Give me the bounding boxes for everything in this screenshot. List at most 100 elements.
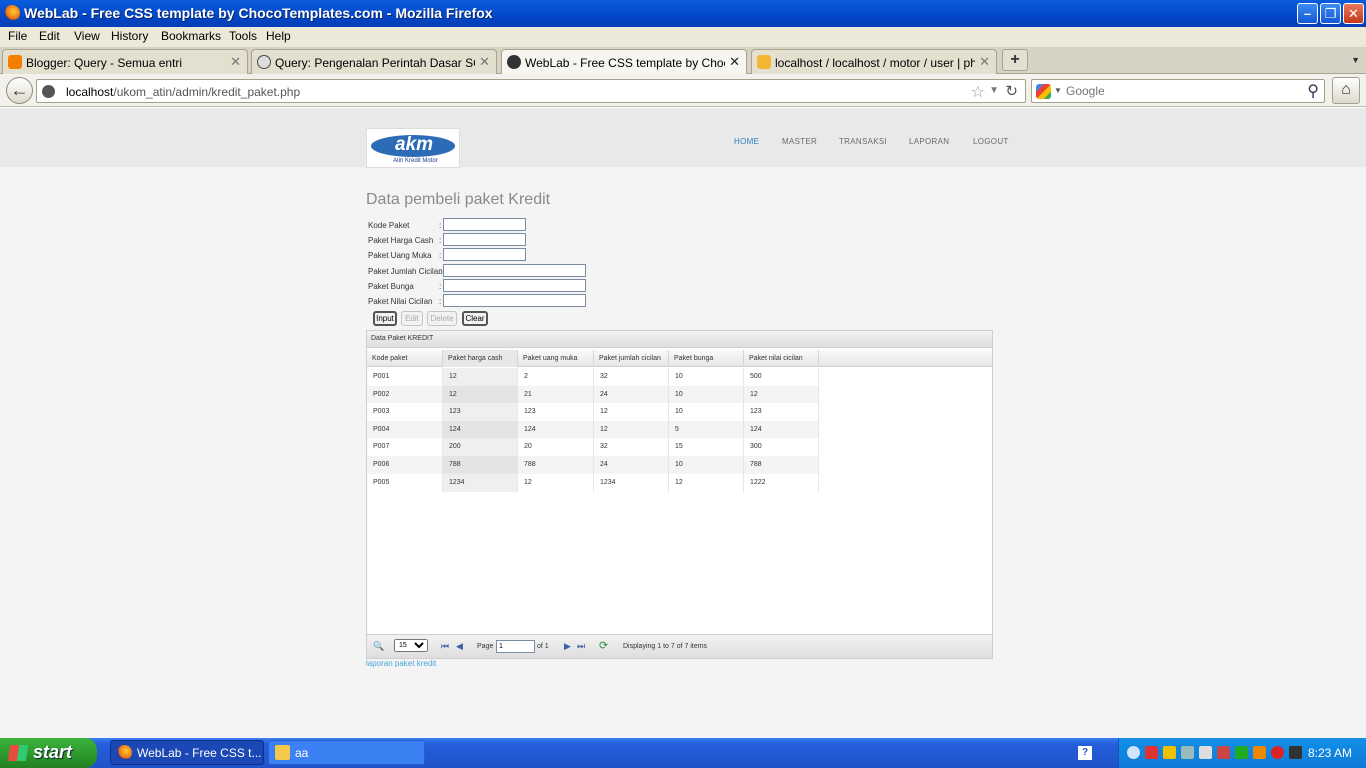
report-link[interactable]: laporan paket kredit (366, 659, 436, 668)
search-icon[interactable]: 🔍 (373, 641, 384, 652)
table-row[interactable]: P006 788 788 24 10 788 (367, 456, 819, 474)
start-button[interactable]: start (0, 738, 97, 768)
tab-query[interactable]: Query: Pengenalan Perintah Dasar SQL d..… (251, 49, 497, 74)
menu-bar: File Edit View History Bookmarks Tools H… (0, 27, 1366, 47)
minimize-button[interactable]: – (1297, 3, 1318, 24)
table-cell: 500 (744, 368, 819, 386)
edit-button[interactable]: Edit (401, 311, 423, 326)
skull-icon (257, 55, 271, 69)
last-page-icon[interactable]: ⏭ (577, 641, 585, 652)
url-text[interactable]: localhost/ukom_atin/admin/kredit_paket.p… (66, 85, 300, 99)
site-header (0, 108, 1366, 167)
phpmyadmin-icon (757, 55, 771, 69)
table-row[interactable]: P005 1234 12 1234 12 1222 (367, 473, 819, 492)
table-row[interactable]: P002 12 21 24 10 12 (367, 385, 819, 404)
nav-transaksi[interactable]: TRANSAKSI (839, 137, 887, 146)
tab-list-icon[interactable]: ▼ (1351, 55, 1360, 65)
table-cell: 123 (443, 403, 518, 422)
close-tab-icon[interactable]: ✕ (230, 54, 241, 70)
tab-weblab[interactable]: WebLab - Free CSS template by ChocoTe...… (501, 49, 747, 75)
start-label: start (33, 742, 73, 762)
security-icon[interactable] (1271, 746, 1284, 759)
address-bar[interactable]: localhost/ukom_atin/admin/kredit_paket.p… (36, 79, 1026, 103)
harga-cash-input[interactable] (443, 233, 526, 246)
new-tab-button[interactable]: + (1002, 49, 1028, 71)
menu-history[interactable]: History (111, 29, 148, 43)
bunga-input[interactable] (443, 279, 586, 292)
signal-icon[interactable] (1199, 746, 1212, 759)
menu-help[interactable]: Help (266, 29, 291, 43)
table-row[interactable]: P001 12 2 32 10 500 (367, 368, 819, 386)
reload-icon[interactable]: ↻ (1005, 82, 1018, 100)
page-size-select[interactable]: 15 (394, 639, 428, 652)
table-cell: 788 (518, 456, 594, 474)
green-triangle-icon[interactable] (1235, 746, 1248, 759)
column-header[interactable]: Kode paket (367, 350, 443, 367)
close-tab-icon[interactable]: ✕ (479, 54, 490, 70)
back-arrow-icon[interactable] (1127, 746, 1140, 759)
nav-master[interactable]: MASTER (782, 137, 817, 146)
table-row[interactable]: P007 200 20 32 15 300 (367, 438, 819, 457)
label-kode-paket: Kode Paket (368, 221, 410, 230)
volume-icon[interactable] (1289, 746, 1302, 759)
flag-icon[interactable] (1217, 746, 1230, 759)
tab-label: Blogger: Query - Semua entri (26, 56, 183, 70)
column-header[interactable]: Paket nilai cicilan (744, 350, 819, 367)
tray-app-icon[interactable] (1253, 746, 1266, 759)
clear-button[interactable]: Clear (462, 311, 488, 326)
close-window-button[interactable]: ✕ (1343, 3, 1364, 24)
restore-button[interactable]: ❐ (1320, 3, 1341, 24)
menu-tools[interactable]: Tools (229, 29, 257, 43)
history-dropdown-icon[interactable]: ▼ (989, 85, 999, 96)
home-button[interactable]: ⌂ (1332, 77, 1360, 104)
antivirus-icon[interactable] (1145, 746, 1158, 759)
page-number-input[interactable] (496, 640, 535, 653)
search-input[interactable] (1066, 83, 1296, 99)
navigation-bar: ← localhost/ukom_atin/admin/kredit_paket… (0, 74, 1366, 107)
bookmark-star-icon[interactable]: ☆ (971, 82, 985, 102)
next-page-icon[interactable]: ▶ (564, 641, 571, 652)
column-header[interactable]: Paket bunga (669, 350, 744, 367)
taskbar-item-folder[interactable]: aa (268, 740, 425, 765)
column-header[interactable]: Paket harga cash (443, 350, 518, 367)
delete-button[interactable]: Delete (427, 311, 457, 326)
label-colon: : (439, 297, 442, 306)
nav-laporan[interactable]: LAPORAN (909, 137, 949, 146)
first-page-icon[interactable]: ⏮ (441, 641, 449, 652)
table-cell: 12 (518, 473, 594, 492)
uang-muka-input[interactable] (443, 248, 526, 261)
site-identity-icon[interactable] (42, 85, 55, 98)
tab-phpmyadmin[interactable]: localhost / localhost / motor / user | p… (751, 49, 997, 74)
jumlah-cicilan-input[interactable] (443, 264, 586, 277)
kode-paket-input[interactable] (443, 218, 526, 231)
taskbar-item-firefox[interactable]: WebLab - Free CSS t... (110, 740, 264, 765)
menu-file[interactable]: File (8, 29, 27, 43)
shield-icon[interactable] (1163, 746, 1176, 759)
table-cell: 10 (669, 385, 744, 404)
google-icon[interactable] (1036, 84, 1051, 99)
nav-home[interactable]: HOME (734, 137, 759, 146)
back-button[interactable]: ← (6, 77, 33, 104)
close-tab-icon[interactable]: ✕ (979, 54, 990, 70)
help-icon[interactable]: ? (1078, 746, 1092, 760)
engine-dropdown-icon[interactable]: ▼ (1054, 86, 1062, 95)
tab-blogger[interactable]: Blogger: Query - Semua entri ✕ (2, 49, 248, 74)
column-header[interactable]: Paket jumlah cicilan (594, 350, 669, 367)
input-button[interactable]: Input (373, 311, 397, 326)
menu-bookmarks[interactable]: Bookmarks (161, 29, 221, 43)
close-tab-icon[interactable]: ✕ (729, 54, 740, 70)
network-icon[interactable] (1181, 746, 1194, 759)
prev-page-icon[interactable]: ◀ (456, 641, 463, 652)
table-row[interactable]: P004 124 124 12 5 124 (367, 420, 819, 439)
label-colon: : (439, 251, 442, 260)
menu-view[interactable]: View (74, 29, 100, 43)
search-bar[interactable]: ▼ ⚲ (1031, 79, 1325, 103)
table-row[interactable]: P003 123 123 12 10 123 (367, 403, 819, 422)
menu-edit[interactable]: Edit (39, 29, 60, 43)
refresh-icon[interactable]: ⟳ (599, 639, 608, 652)
nav-logout[interactable]: LOGOUT (973, 137, 1009, 146)
column-header[interactable]: Paket uang muka (518, 350, 594, 367)
site-logo[interactable]: akm Atin Kredit Motor (366, 128, 460, 168)
search-icon[interactable]: ⚲ (1307, 81, 1319, 101)
nilai-cicilan-input[interactable] (443, 294, 586, 307)
